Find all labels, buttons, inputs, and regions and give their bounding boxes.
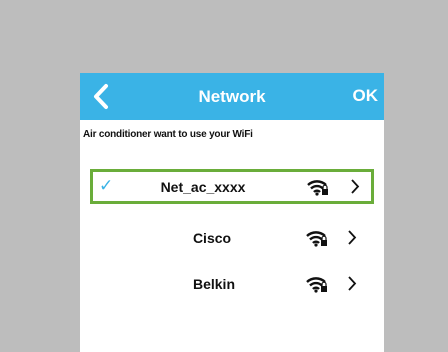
network-row-net-ac-xxxx[interactable]: ✓ Net_ac_xxxx bbox=[90, 169, 374, 204]
wifi-lock-icon bbox=[306, 277, 327, 293]
network-name: Belkin bbox=[192, 276, 235, 292]
chevron-right-icon bbox=[351, 179, 360, 194]
top-bar: Network OK bbox=[80, 73, 384, 120]
wifi-lock-icon bbox=[307, 180, 328, 196]
network-name: Net_ac_xxxx bbox=[160, 179, 246, 195]
wifi-setup-screen: Network OK Air conditioner want to use y… bbox=[80, 73, 384, 352]
network-row-cisco[interactable]: Cisco bbox=[90, 223, 374, 258]
ok-button[interactable]: OK bbox=[353, 86, 379, 106]
page-title: Network bbox=[198, 87, 266, 106]
network-name: Cisco bbox=[192, 230, 232, 246]
network-row-belkin[interactable]: Belkin bbox=[90, 269, 374, 304]
prompt-text: Air conditioner want to use your WiFi bbox=[83, 129, 253, 140]
chevron-right-icon bbox=[348, 276, 357, 291]
chevron-right-icon bbox=[348, 230, 357, 245]
wifi-lock-icon bbox=[306, 231, 327, 247]
